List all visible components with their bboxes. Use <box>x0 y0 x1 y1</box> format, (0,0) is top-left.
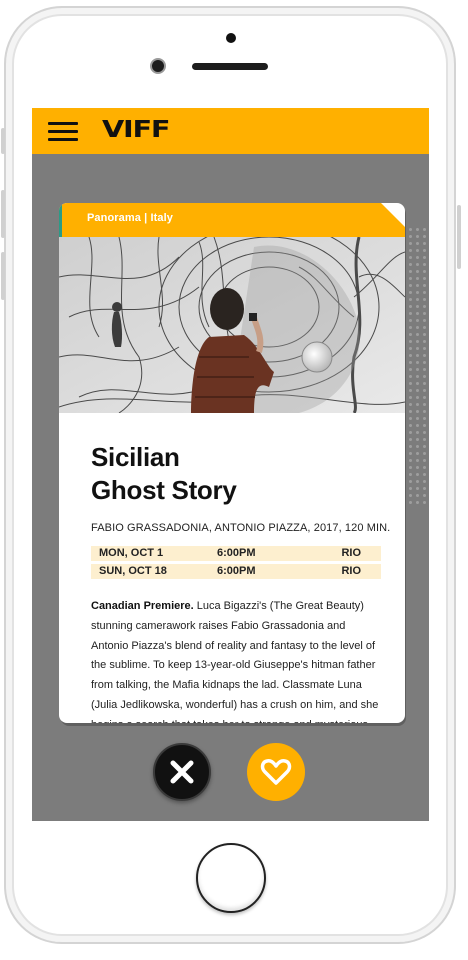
top-bar: VIFF <box>32 108 429 154</box>
film-card[interactable]: Panorama | Italy Sicilian Ghost Story FA… <box>59 203 405 723</box>
showtime-venue: RIO <box>341 547 361 559</box>
showtime-date: MON, OCT 1 <box>99 547 164 559</box>
mute-switch <box>1 128 5 154</box>
showtimes-list: MON, OCT 1 6:00PM RIO SUN, OCT 18 6:00PM… <box>91 546 381 582</box>
synopsis-body: Luca Bigazzi's (The Great Beauty) stunni… <box>91 600 379 723</box>
film-title-line-2: Ghost Story <box>91 475 237 505</box>
proximity-sensor <box>226 33 236 43</box>
film-title-line-1: Sicilian <box>91 442 180 472</box>
front-camera <box>150 58 166 74</box>
showtime-date: SUN, OCT 18 <box>99 565 167 577</box>
close-icon <box>170 760 194 784</box>
showtime-venue: RIO <box>341 565 361 577</box>
showtime-time: 6:00PM <box>217 565 256 577</box>
showtime-row[interactable]: MON, OCT 1 6:00PM RIO <box>91 546 381 561</box>
heart-icon <box>260 759 292 785</box>
showtime-time: 6:00PM <box>217 547 256 559</box>
volume-down-button <box>1 252 5 300</box>
synopsis-lead: Canadian Premiere. <box>91 600 194 612</box>
dismiss-button[interactable] <box>153 743 211 801</box>
film-credits: FABIO GRASSADONIA, ANTONIO PIAZZA, 2017,… <box>91 522 391 534</box>
like-button[interactable] <box>247 743 305 801</box>
volume-up-button <box>1 190 5 238</box>
showtime-row[interactable]: SUN, OCT 18 6:00PM RIO <box>91 564 381 579</box>
category-tab: Panorama | Italy <box>59 203 405 237</box>
hamburger-menu-icon[interactable] <box>48 122 78 142</box>
film-category: Panorama | Italy <box>87 212 173 224</box>
film-still-image <box>59 237 405 413</box>
film-synopsis: Canadian Premiere. Luca Bigazzi's (The G… <box>91 597 383 723</box>
app-screen: VIFF Panorama | Italy Sicilian Ghost Sto… <box>32 108 429 821</box>
power-button <box>457 205 461 269</box>
app-logo[interactable]: VIFF <box>102 117 170 143</box>
film-title: Sicilian Ghost Story <box>91 441 381 507</box>
tab-accent-edge <box>59 203 62 237</box>
earpiece-speaker <box>192 63 268 70</box>
home-button[interactable] <box>196 843 266 913</box>
